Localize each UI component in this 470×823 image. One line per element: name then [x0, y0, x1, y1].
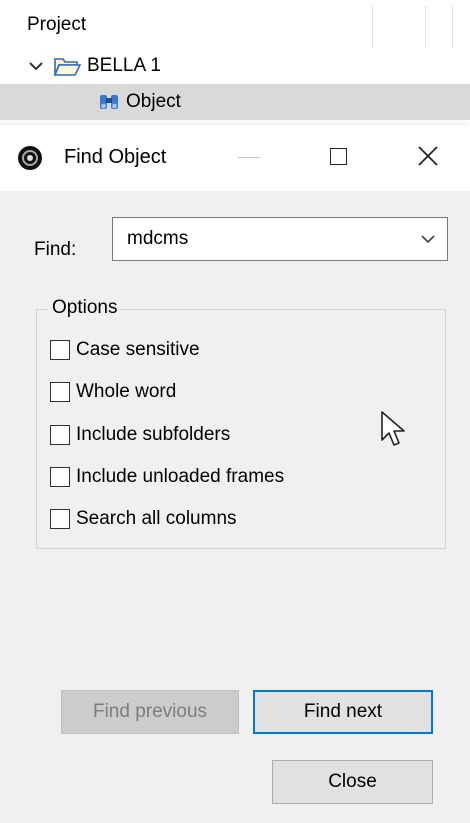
include-subfolders-checkbox[interactable]: Include subfolders: [50, 424, 230, 446]
folder-open-icon: [53, 58, 81, 76]
search-all-columns-checkbox[interactable]: Search all columns: [50, 508, 237, 530]
project-panel-title: Project: [27, 14, 87, 35]
checkbox-box[interactable]: [50, 340, 70, 360]
binoculars-icon: [100, 95, 118, 109]
checkbox-box[interactable]: [50, 425, 70, 445]
tree-item-bella[interactable]: BELLA 1: [27, 48, 161, 84]
case-sensitive-checkbox[interactable]: Case sensitive: [50, 339, 200, 361]
minimize-button[interactable]: [238, 157, 260, 158]
checkbox-label[interactable]: Include subfolders: [76, 424, 230, 446]
checkbox-label[interactable]: Include unloaded frames: [76, 466, 284, 488]
column-divider: [452, 6, 453, 48]
checkbox-box[interactable]: [50, 382, 70, 402]
tree-item-label: BELLA 1: [87, 55, 161, 76]
find-combobox[interactable]: mdcms: [112, 217, 448, 261]
chevron-down-icon[interactable]: [27, 57, 45, 75]
checkbox-label[interactable]: Case sensitive: [76, 339, 200, 361]
include-unloaded-frames-checkbox[interactable]: Include unloaded frames: [50, 466, 284, 488]
column-divider: [372, 6, 373, 48]
find-next-button[interactable]: Find next: [253, 690, 433, 734]
whole-word-checkbox[interactable]: Whole word: [50, 381, 176, 403]
column-divider: [425, 6, 426, 48]
tree-item-label: Object: [126, 91, 181, 112]
checkbox-label[interactable]: Whole word: [76, 381, 176, 403]
checkbox-box[interactable]: [50, 509, 70, 529]
dialog-titlebar[interactable]: Find Object: [0, 125, 470, 191]
dialog-body: Find: mdcms Options Case sensitive Whole…: [0, 191, 470, 823]
find-object-dialog: Find Object Find: mdcms Options Case sen…: [0, 125, 470, 823]
close-button[interactable]: Close: [272, 760, 433, 804]
find-previous-button[interactable]: Find previous: [61, 690, 239, 734]
chevron-down-icon[interactable]: [419, 232, 437, 246]
mouse-pointer-icon: [381, 411, 405, 446]
find-label: Find:: [34, 239, 77, 260]
maximize-button[interactable]: [330, 148, 347, 165]
options-legend: Options: [48, 297, 122, 319]
checkbox-box[interactable]: [50, 467, 70, 487]
dialog-title: Find Object: [64, 146, 167, 168]
project-panel: Project BELLA 1 Object: [0, 0, 470, 125]
close-window-button[interactable]: [415, 143, 441, 169]
checkbox-label[interactable]: Search all columns: [76, 508, 237, 530]
record-disc-icon: [18, 146, 42, 170]
tree-item-object[interactable]: Object: [0, 84, 470, 120]
find-input[interactable]: mdcms: [127, 228, 188, 250]
